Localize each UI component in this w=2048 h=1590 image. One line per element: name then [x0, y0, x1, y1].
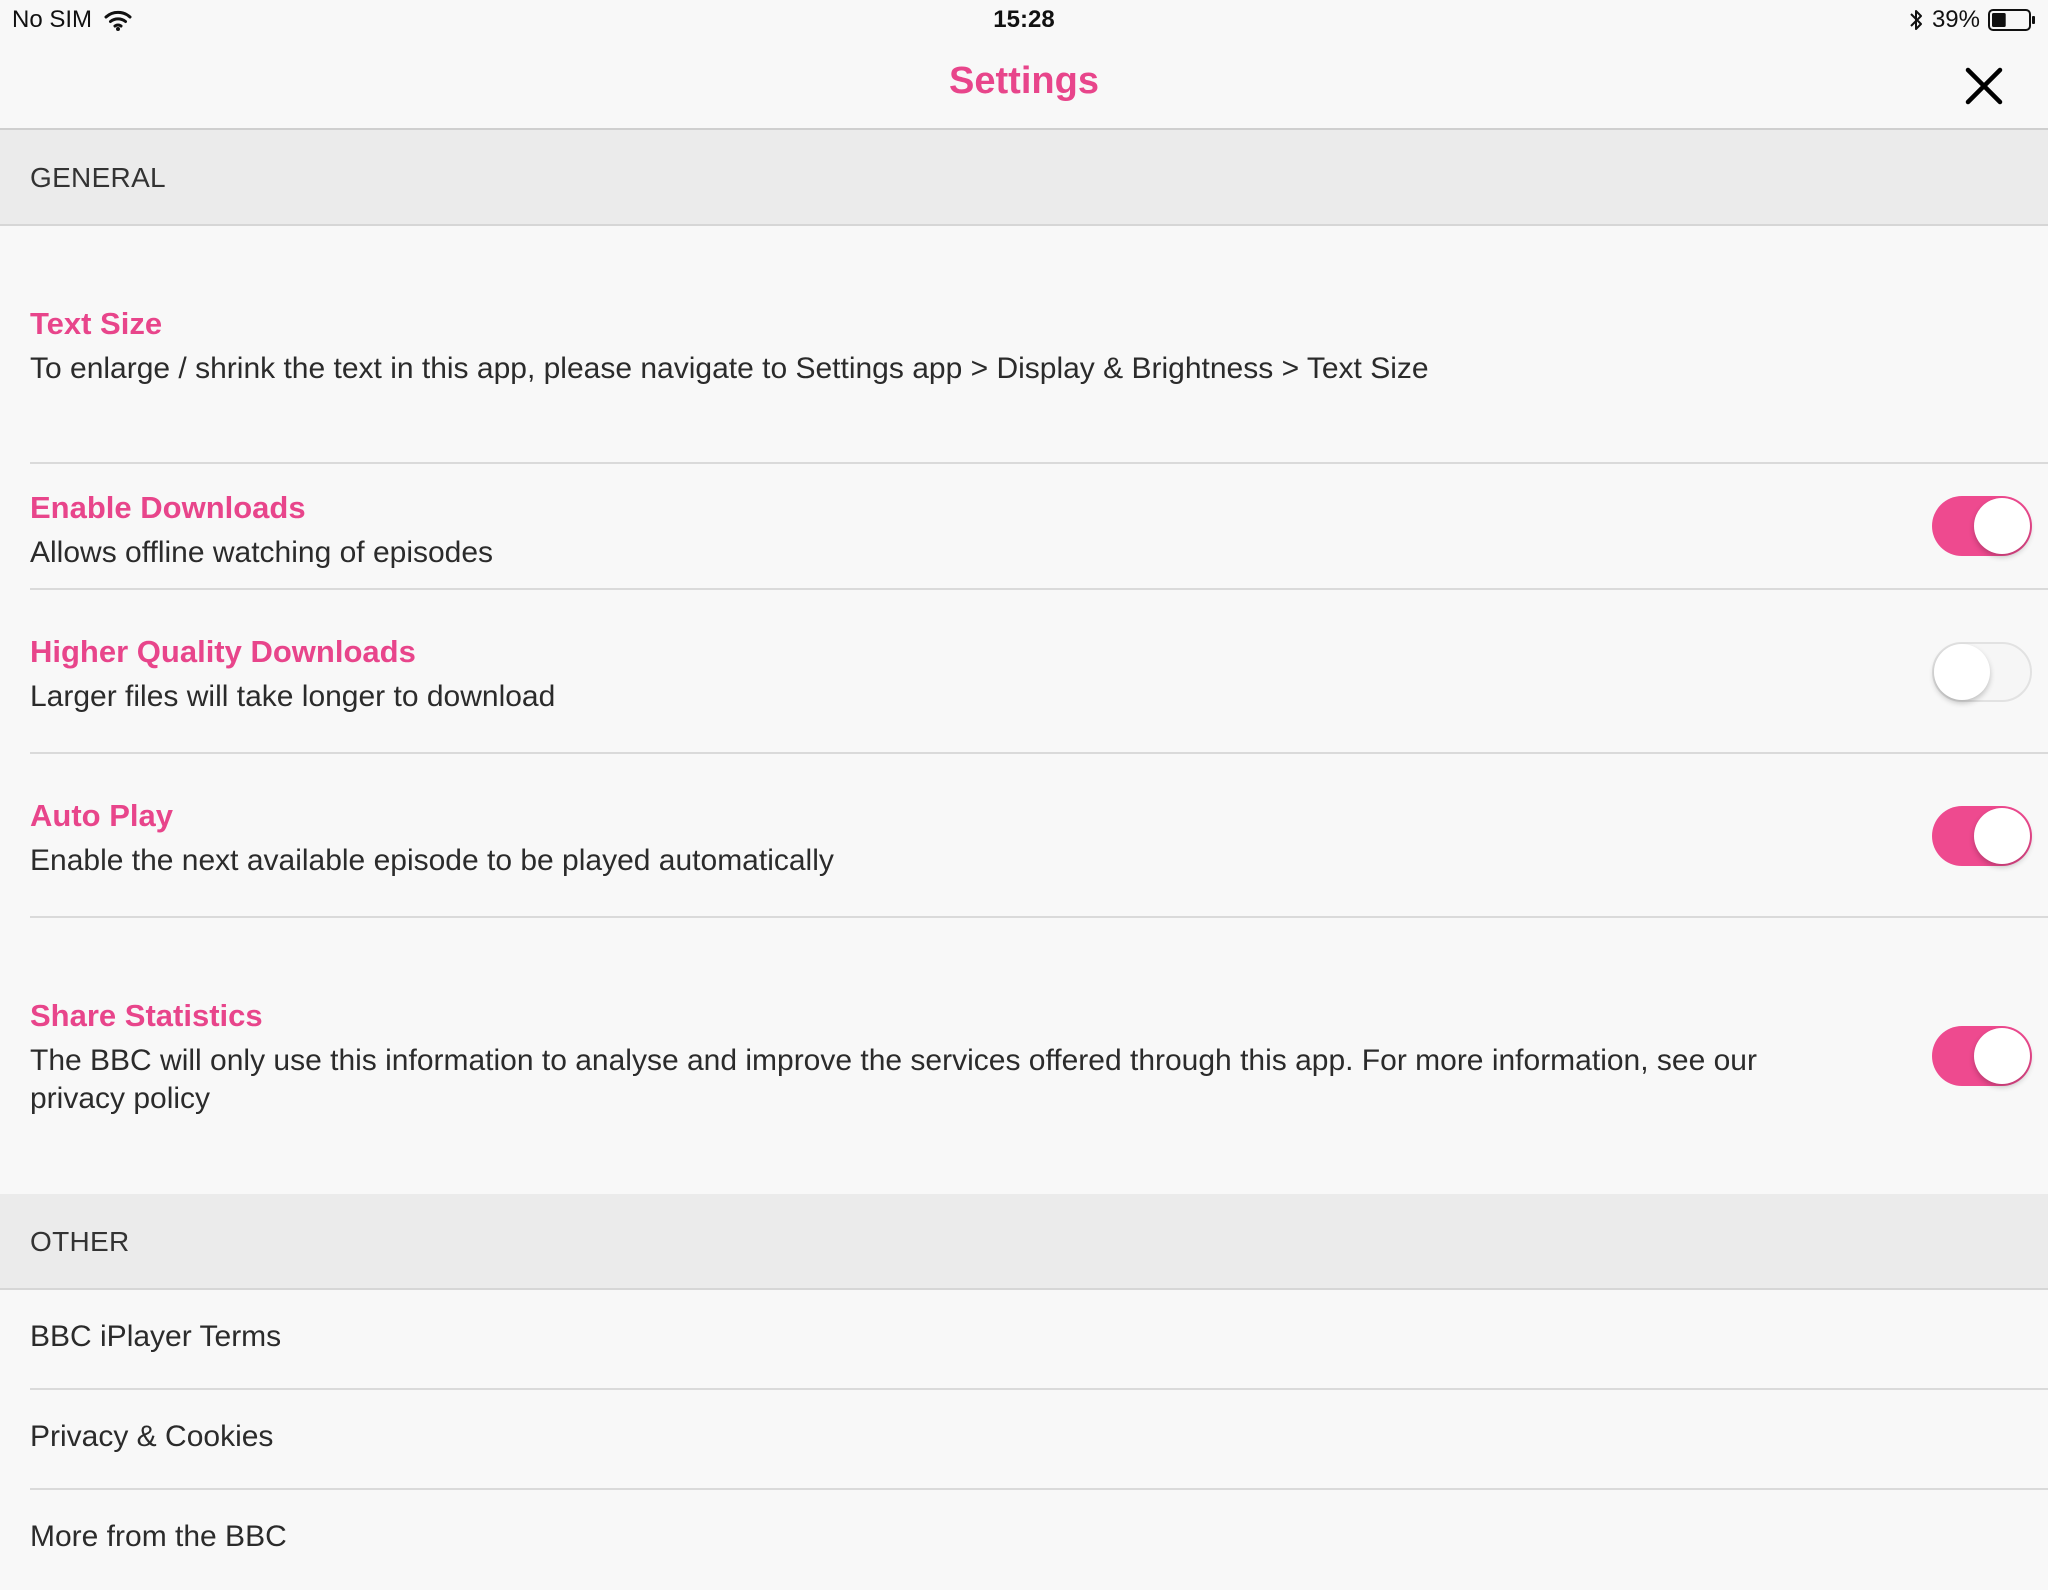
link-bbc-iplayer-terms[interactable]: BBC iPlayer Terms: [30, 1290, 2048, 1390]
share-statistics-description: The BBC will only use this information t…: [30, 1044, 1757, 1077]
setting-enable-downloads: Enable Downloads Allows offline watching…: [30, 464, 2048, 590]
setting-higher-quality-downloads: Higher Quality Downloads Larger files wi…: [30, 590, 2048, 754]
higher-quality-downloads-toggle[interactable]: [1932, 642, 2032, 702]
link-label: More from the BBC: [30, 1520, 287, 1553]
page-title: Settings: [949, 60, 1099, 102]
setting-description: Larger files will take longer to downloa…: [30, 680, 556, 713]
status-bar-right: 39%: [1908, 6, 2036, 34]
setting-title: Higher Quality Downloads: [30, 634, 416, 669]
toggle-knob: [1974, 1028, 2030, 1084]
setting-description: To enlarge / shrink the text in this app…: [30, 352, 1429, 385]
setting-description: The BBC will only use this information t…: [30, 1042, 1757, 1118]
section-header-other: OTHER: [0, 1194, 2048, 1290]
setting-title: Text Size: [30, 306, 163, 341]
section-header-label: OTHER: [30, 1226, 130, 1257]
privacy-policy-link[interactable]: privacy policy: [30, 1080, 1757, 1118]
enable-downloads-toggle[interactable]: [1932, 496, 2032, 556]
setting-text-size: Text Size To enlarge / shrink the text i…: [30, 226, 2048, 464]
setting-auto-play: Auto Play Enable the next available epis…: [30, 754, 2048, 918]
close-icon[interactable]: [1960, 62, 2008, 110]
toggle-knob: [1934, 644, 1990, 700]
battery-percent: 39%: [1931, 6, 1980, 33]
link-privacy-cookies[interactable]: Privacy & Cookies: [30, 1390, 2048, 1490]
link-label: BBC iPlayer Terms: [30, 1320, 282, 1353]
link-label: Privacy & Cookies: [30, 1420, 274, 1453]
share-statistics-toggle[interactable]: [1932, 1026, 2032, 1086]
setting-share-statistics: Share Statistics The BBC will only use t…: [30, 918, 2048, 1194]
battery-icon: [1988, 9, 2035, 31]
section-header-label: GENERAL: [30, 162, 166, 193]
status-bar: No SIM 15:28 39%: [0, 0, 2048, 40]
toggle-knob: [1974, 808, 2030, 864]
setting-description: Enable the next available episode to be …: [30, 844, 834, 877]
navigation-bar: Settings: [0, 40, 2048, 130]
bluetooth-icon: [1910, 10, 1922, 30]
section-header-general: GENERAL: [0, 130, 2048, 226]
toggle-knob: [1974, 498, 2030, 554]
link-more-from-the-bbc[interactable]: More from the BBC: [30, 1490, 2048, 1590]
setting-description: Allows offline watching of episodes: [30, 536, 494, 569]
status-time: 15:28: [993, 6, 1055, 33]
setting-title: Share Statistics: [30, 998, 263, 1033]
setting-title: Auto Play: [30, 798, 173, 833]
setting-title: Enable Downloads: [30, 490, 306, 525]
auto-play-toggle[interactable]: [1932, 806, 2032, 866]
